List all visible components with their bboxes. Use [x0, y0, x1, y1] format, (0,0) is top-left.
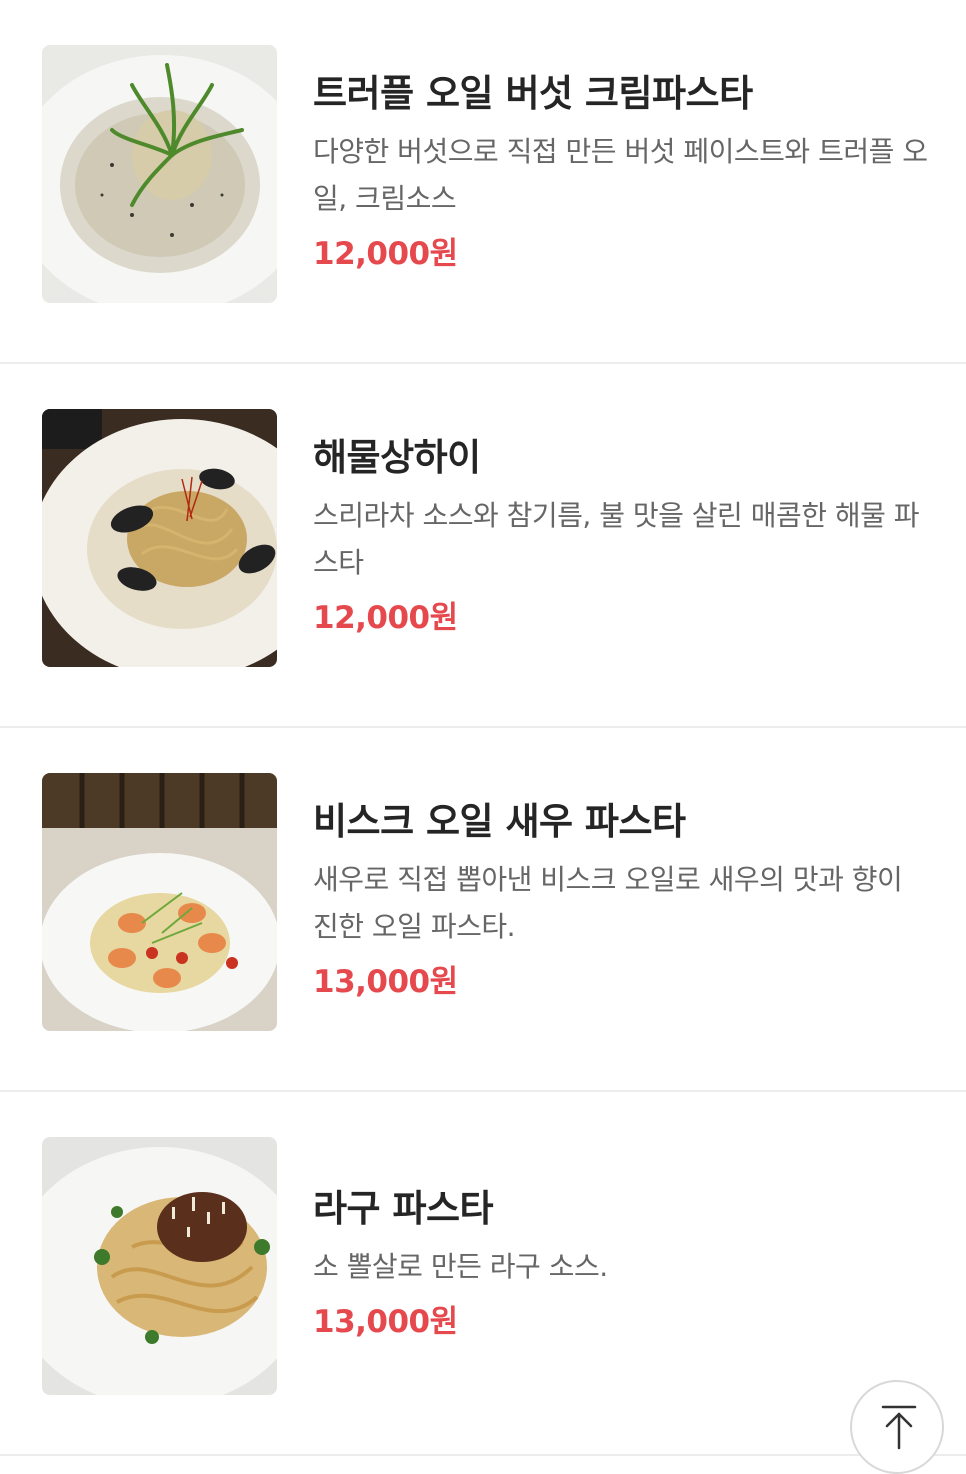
menu-item-description: 다양한 버섯으로 직접 만든 버섯 페이스트와 트러플 오일, 크림소스 [313, 135, 928, 215]
truffle-cream-pasta-photo [42, 45, 277, 303]
menu-item-info: 해물상하이 스리라차 소스와 참기름, 불 맛을 살린 매콤한 해물 파스타 1… [313, 436, 933, 640]
menu-item-name: 비스크 오일 새우 파스타 [313, 800, 686, 843]
seafood-shanghai-pasta-photo [42, 409, 277, 667]
menu-item-photo[interactable] [42, 45, 277, 303]
menu-item-name: 라구 파스타 [313, 1187, 494, 1230]
menu-item-photo[interactable] [42, 1137, 277, 1395]
menu-item-price: 12,000원 [313, 236, 458, 272]
menu-item-price: 12,000원 [313, 600, 458, 636]
menu-item-photo[interactable] [42, 409, 277, 667]
menu-item[interactable]: 라구 파스타 소 뽈살로 만든 라구 소스. 13,000원 [0, 1092, 966, 1456]
arrow-up-to-top-icon [881, 1405, 917, 1450]
menu-item-name: 해물상하이 [313, 436, 481, 479]
menu-item-photo[interactable] [42, 773, 277, 1031]
menu-item-price: 13,000원 [313, 964, 458, 1000]
menu-item-description: 스리라차 소스와 참기름, 불 맛을 살린 매콤한 해물 파스타 [313, 499, 920, 579]
ragu-pasta-photo [42, 1137, 277, 1395]
menu-item[interactable]: 해물상하이 스리라차 소스와 참기름, 불 맛을 살린 매콤한 해물 파스타 1… [0, 364, 966, 728]
scroll-to-top-button[interactable] [850, 1380, 944, 1474]
menu-item-info: 라구 파스타 소 뽈살로 만든 라구 소스. 13,000원 [313, 1187, 933, 1344]
menu-item-info: 비스크 오일 새우 파스타 새우로 직접 뽑아낸 비스크 오일로 새우의 맛과 … [313, 800, 933, 1004]
menu-item-info: 트러플 오일 버섯 크림파스타 다양한 버섯으로 직접 만든 버섯 페이스트와 … [313, 72, 933, 276]
menu-item-description: 소 뽈살로 만든 라구 소스. [313, 1250, 608, 1283]
menu-item-name: 트러플 오일 버섯 크림파스타 [313, 72, 753, 115]
bisque-shrimp-pasta-photo [42, 773, 277, 1031]
menu-item[interactable]: 비스크 오일 새우 파스타 새우로 직접 뽑아낸 비스크 오일로 새우의 맛과 … [0, 728, 966, 1092]
menu-item[interactable]: 트러플 오일 버섯 크림파스타 다양한 버섯으로 직접 만든 버섯 페이스트와 … [0, 0, 966, 364]
menu-item-description: 새우로 직접 뽑아낸 비스크 오일로 새우의 맛과 향이 진한 오일 파스타. [313, 863, 903, 943]
menu-item-price: 13,000원 [313, 1304, 458, 1340]
